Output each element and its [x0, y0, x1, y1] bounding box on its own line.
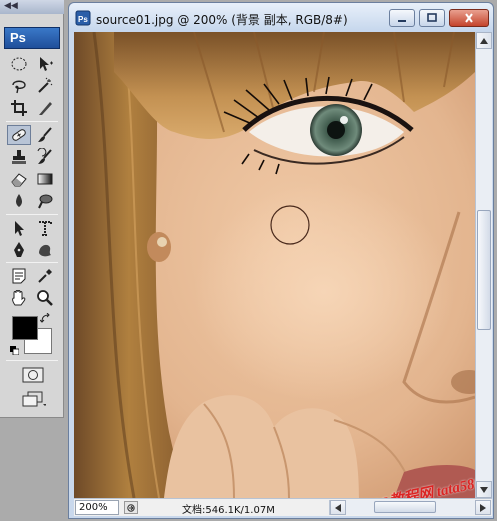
status-menu-button[interactable]	[124, 501, 138, 514]
lasso-tool-icon[interactable]	[7, 76, 31, 96]
move-tool-icon[interactable]	[33, 54, 57, 74]
quick-mask-icon[interactable]	[20, 366, 46, 384]
pen-tool-icon[interactable]	[7, 240, 31, 260]
document-size-info: 文档:546.1K/1.07M	[182, 505, 275, 516]
minimize-icon	[398, 20, 406, 22]
arrow-right-icon	[480, 503, 486, 512]
arrow-up-icon	[480, 37, 488, 44]
toolbox-grip[interactable]: ◀◀	[0, 0, 64, 14]
zoom-tool-icon[interactable]	[33, 288, 57, 308]
zoom-field[interactable]: 200%	[75, 500, 119, 515]
notes-tool-icon[interactable]	[7, 266, 31, 286]
crop-tool-icon[interactable]	[7, 98, 31, 118]
blur-tool-icon[interactable]	[7, 191, 31, 211]
close-icon	[465, 13, 473, 23]
default-colors-icon[interactable]	[10, 346, 19, 355]
eraser-tool-icon[interactable]	[7, 169, 31, 189]
close-button[interactable]	[449, 9, 489, 27]
restore-icon	[427, 13, 437, 22]
status-bar: 200% 文档:546.1K/1.07M	[74, 498, 492, 516]
horizontal-scrollbar[interactable]	[329, 500, 491, 515]
arrow-down-icon	[480, 486, 488, 493]
svg-text:Ps: Ps	[78, 15, 88, 24]
status-menu-icon	[127, 503, 135, 512]
gradient-tool-icon[interactable]	[33, 169, 57, 189]
history-brush-tool-icon[interactable]	[33, 147, 57, 167]
vertical-scrollbar[interactable]	[475, 32, 492, 498]
image-canvas[interactable]: PS教程网 tata580.com	[74, 32, 475, 498]
dodge-tool-icon[interactable]	[33, 191, 57, 211]
toolbox-divider	[6, 262, 58, 263]
ps-document-icon: Ps	[75, 10, 91, 26]
custom-shape-tool-icon[interactable]	[33, 240, 57, 260]
photoshop-logo[interactable]: Ps	[4, 27, 60, 49]
marquee-tool-icon[interactable]	[7, 54, 31, 74]
scroll-down-button[interactable]	[476, 481, 492, 498]
document-title: source01.jpg @ 200% (背景 副本, RGB/8#)	[96, 13, 348, 27]
healing-brush-tool-icon[interactable]	[7, 125, 31, 145]
type-tool-icon[interactable]	[33, 218, 57, 238]
swap-colors-icon[interactable]	[40, 313, 52, 325]
slice-tool-icon[interactable]	[33, 98, 57, 118]
toolbox-divider	[6, 360, 58, 361]
document-window: Ps source01.jpg @ 200% (背景 副本, RGB/8#) t…	[68, 2, 494, 519]
toolbox-divider	[6, 121, 58, 122]
clone-stamp-tool-icon[interactable]	[7, 147, 31, 167]
scroll-left-button[interactable]	[330, 500, 346, 515]
minimize-button[interactable]	[389, 9, 415, 27]
document-title-bar[interactable]: Ps source01.jpg @ 200% (背景 副本, RGB/8#)	[69, 3, 493, 32]
foreground-color-swatch[interactable]	[12, 316, 38, 340]
scroll-right-button[interactable]	[475, 500, 491, 515]
scroll-up-button[interactable]	[476, 32, 492, 49]
horizontal-scroll-thumb[interactable]	[374, 501, 436, 513]
arrow-left-icon	[335, 503, 341, 512]
restore-button[interactable]	[419, 9, 445, 27]
magic-wand-tool-icon[interactable]	[33, 76, 57, 96]
photo-face-closeup	[74, 32, 475, 498]
vertical-scroll-thumb[interactable]	[477, 210, 491, 330]
eyedropper-tool-icon[interactable]	[33, 266, 57, 286]
hand-tool-icon[interactable]	[7, 288, 31, 308]
screen-mode-icon[interactable]	[20, 390, 46, 408]
toolbox-divider	[6, 214, 58, 215]
path-selection-tool-icon[interactable]	[7, 218, 31, 238]
brush-tool-icon[interactable]	[33, 125, 57, 145]
toolbox-panel: ◀◀ Ps	[0, 0, 64, 418]
